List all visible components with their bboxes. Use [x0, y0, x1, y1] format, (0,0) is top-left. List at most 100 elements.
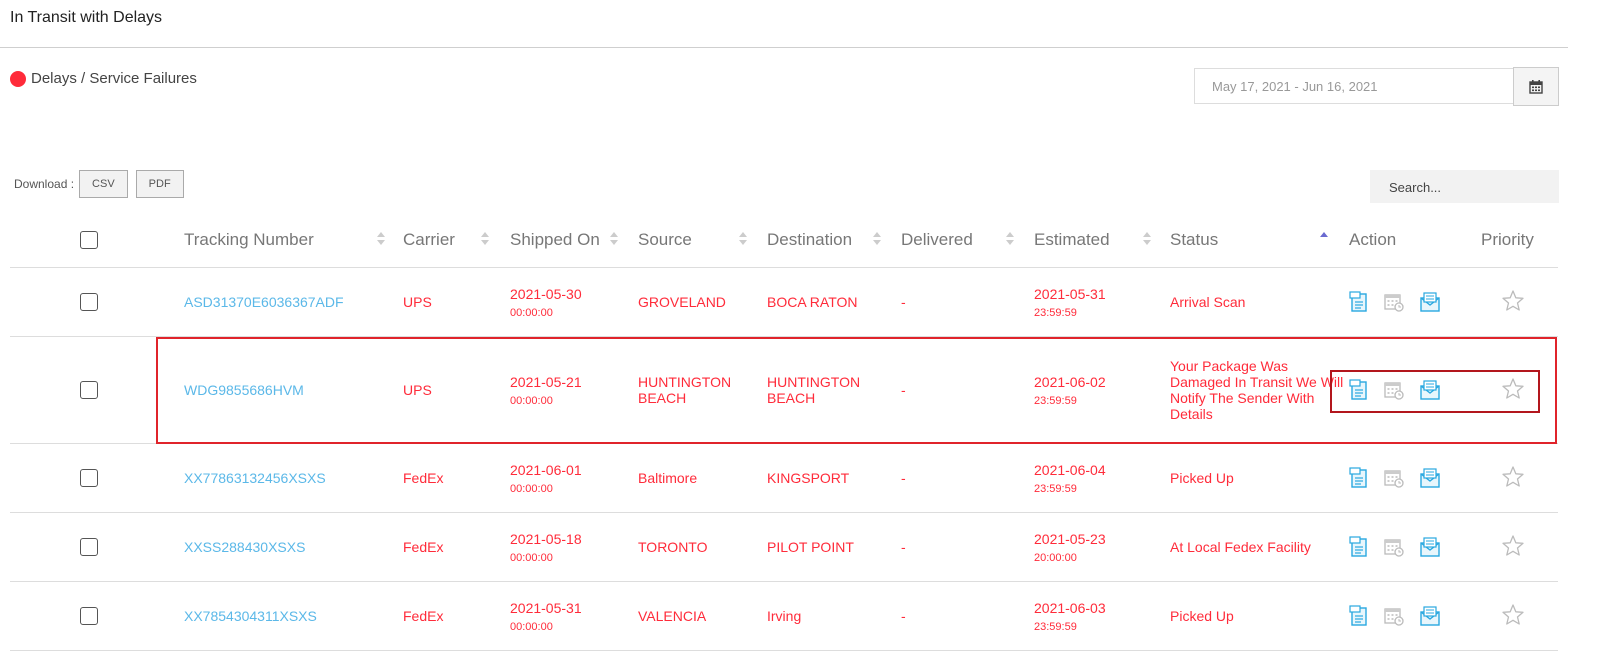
- date-range-input[interactable]: May 17, 2021 - Jun 16, 2021: [1194, 68, 1513, 104]
- shipped-time: 00:00:00: [510, 306, 553, 319]
- shipped-time: 00:00:00: [510, 620, 553, 633]
- row-checkbox[interactable]: [80, 607, 98, 625]
- row-checkbox[interactable]: [80, 381, 98, 399]
- document-icon[interactable]: [1349, 291, 1369, 313]
- header-shipped-on[interactable]: Shipped On: [510, 212, 638, 268]
- priority-cell: [1481, 267, 1558, 337]
- estimated-cell: 2021-05-23 20:00:00: [1034, 512, 1170, 582]
- shipped-on-cell: 2021-05-21 00:00:00: [510, 336, 638, 444]
- tracking-number-link[interactable]: XX77863132456XSXS: [184, 470, 326, 486]
- header-source[interactable]: Source: [638, 212, 767, 268]
- header-delivered[interactable]: Delivered: [901, 212, 1034, 268]
- row-select-cell: [10, 336, 184, 444]
- select-all-checkbox[interactable]: [80, 230, 98, 249]
- sort-icon: [481, 232, 489, 246]
- table-header-row: Tracking Number Carrier Shipped On Sourc…: [10, 212, 1558, 268]
- carrier-cell: UPS: [403, 267, 510, 337]
- shipped-date: 2021-05-30: [510, 285, 582, 302]
- csv-button[interactable]: CSV: [79, 170, 128, 198]
- search-input[interactable]: Search...: [1370, 170, 1559, 203]
- action-cell: [1349, 512, 1481, 582]
- header-tracking-number[interactable]: Tracking Number: [184, 212, 403, 268]
- row-checkbox[interactable]: [80, 469, 98, 487]
- delivered-cell: -: [901, 512, 1034, 582]
- tracking-number-link[interactable]: XX7854304311XSXS: [184, 608, 317, 624]
- header-action: Action: [1349, 212, 1481, 268]
- priority-cell: [1481, 443, 1558, 513]
- header-priority: Priority: [1481, 212, 1558, 268]
- action-cell: [1349, 267, 1481, 337]
- destination-cell: BOCA RATON: [767, 267, 901, 337]
- row-checkbox[interactable]: [80, 293, 98, 311]
- tracking-number-link[interactable]: XXSS288430XSXS: [184, 539, 305, 555]
- tracking-number-link[interactable]: WDG9855686HVM: [184, 382, 304, 398]
- source-cell: VALENCIA: [638, 581, 767, 651]
- document-icon[interactable]: [1349, 379, 1369, 401]
- email-icon[interactable]: [1419, 291, 1441, 313]
- pdf-button[interactable]: PDF: [135, 170, 184, 198]
- shipped-date: 2021-05-21: [510, 373, 582, 390]
- email-icon[interactable]: [1419, 379, 1441, 401]
- calendar-clock-icon[interactable]: [1383, 291, 1405, 313]
- row-select-cell: [10, 512, 184, 582]
- destination-cell: KINGSPORT: [767, 443, 901, 513]
- star-icon[interactable]: [1501, 534, 1525, 558]
- header-carrier[interactable]: Carrier: [403, 212, 510, 268]
- estimated-time: 23:59:59: [1034, 394, 1077, 407]
- estimated-date: 2021-06-02: [1034, 373, 1106, 390]
- tracking-number-cell: ASD31370E6036367ADF: [184, 267, 403, 337]
- action-cell: [1349, 581, 1481, 651]
- source-cell: Baltimore: [638, 443, 767, 513]
- calendar-clock-icon[interactable]: [1383, 379, 1405, 401]
- calendar-icon: [1529, 79, 1543, 94]
- shipped-on-cell: 2021-05-31 00:00:00: [510, 581, 638, 651]
- header-destination[interactable]: Destination: [767, 212, 901, 268]
- row-select-cell: [10, 267, 184, 337]
- header-status[interactable]: Status: [1170, 212, 1349, 268]
- legend-label: Delays / Service Failures: [31, 70, 197, 87]
- tracking-number-link[interactable]: ASD31370E6036367ADF: [184, 294, 344, 310]
- carrier-cell: FedEx: [403, 581, 510, 651]
- destination-cell: Irving: [767, 581, 901, 651]
- estimated-cell: 2021-05-31 23:59:59: [1034, 267, 1170, 337]
- priority-cell: [1481, 336, 1558, 444]
- row-checkbox[interactable]: [80, 538, 98, 556]
- shipped-on-cell: 2021-05-30 00:00:00: [510, 267, 638, 337]
- calendar-clock-icon[interactable]: [1383, 467, 1405, 489]
- email-icon[interactable]: [1419, 536, 1441, 558]
- delivered-cell: -: [901, 581, 1034, 651]
- star-icon[interactable]: [1501, 289, 1525, 313]
- source-cell: HUNTINGTON BEACH: [638, 336, 767, 444]
- star-icon[interactable]: [1501, 603, 1525, 627]
- shipped-on-cell: 2021-05-18 00:00:00: [510, 512, 638, 582]
- estimated-cell: 2021-06-03 23:59:59: [1034, 581, 1170, 651]
- header-estimated[interactable]: Estimated: [1034, 212, 1170, 268]
- status-cell: Picked Up: [1170, 581, 1349, 651]
- document-icon[interactable]: [1349, 536, 1369, 558]
- calendar-button[interactable]: [1513, 67, 1559, 106]
- carrier-cell: FedEx: [403, 512, 510, 582]
- star-icon[interactable]: [1501, 377, 1525, 401]
- calendar-clock-icon[interactable]: [1383, 536, 1405, 558]
- table-row: ASD31370E6036367ADF UPS 2021-05-30 00:00:…: [10, 267, 1558, 337]
- shipped-on-cell: 2021-06-01 00:00:00: [510, 443, 638, 513]
- shipped-date: 2021-06-01: [510, 461, 582, 478]
- document-icon[interactable]: [1349, 467, 1369, 489]
- tracking-number-cell: WDG9855686HVM: [184, 336, 403, 444]
- table-row: XX7854304311XSXS FedEx 2021-05-31 00:00:0…: [10, 581, 1558, 651]
- delivered-cell: -: [901, 267, 1034, 337]
- calendar-clock-icon[interactable]: [1383, 605, 1405, 627]
- sort-icon: [377, 232, 385, 246]
- source-cell: TORONTO: [638, 512, 767, 582]
- sort-icon: [873, 232, 881, 246]
- priority-cell: [1481, 581, 1558, 651]
- row-select-cell: [10, 443, 184, 513]
- star-icon[interactable]: [1501, 465, 1525, 489]
- table-row: XX77863132456XSXS FedEx 2021-06-01 00:00:…: [10, 443, 1558, 513]
- tracking-number-cell: XXSS288430XSXS: [184, 512, 403, 582]
- estimated-date: 2021-05-23: [1034, 530, 1106, 547]
- document-icon[interactable]: [1349, 605, 1369, 627]
- shipped-time: 00:00:00: [510, 551, 553, 564]
- email-icon[interactable]: [1419, 467, 1441, 489]
- email-icon[interactable]: [1419, 605, 1441, 627]
